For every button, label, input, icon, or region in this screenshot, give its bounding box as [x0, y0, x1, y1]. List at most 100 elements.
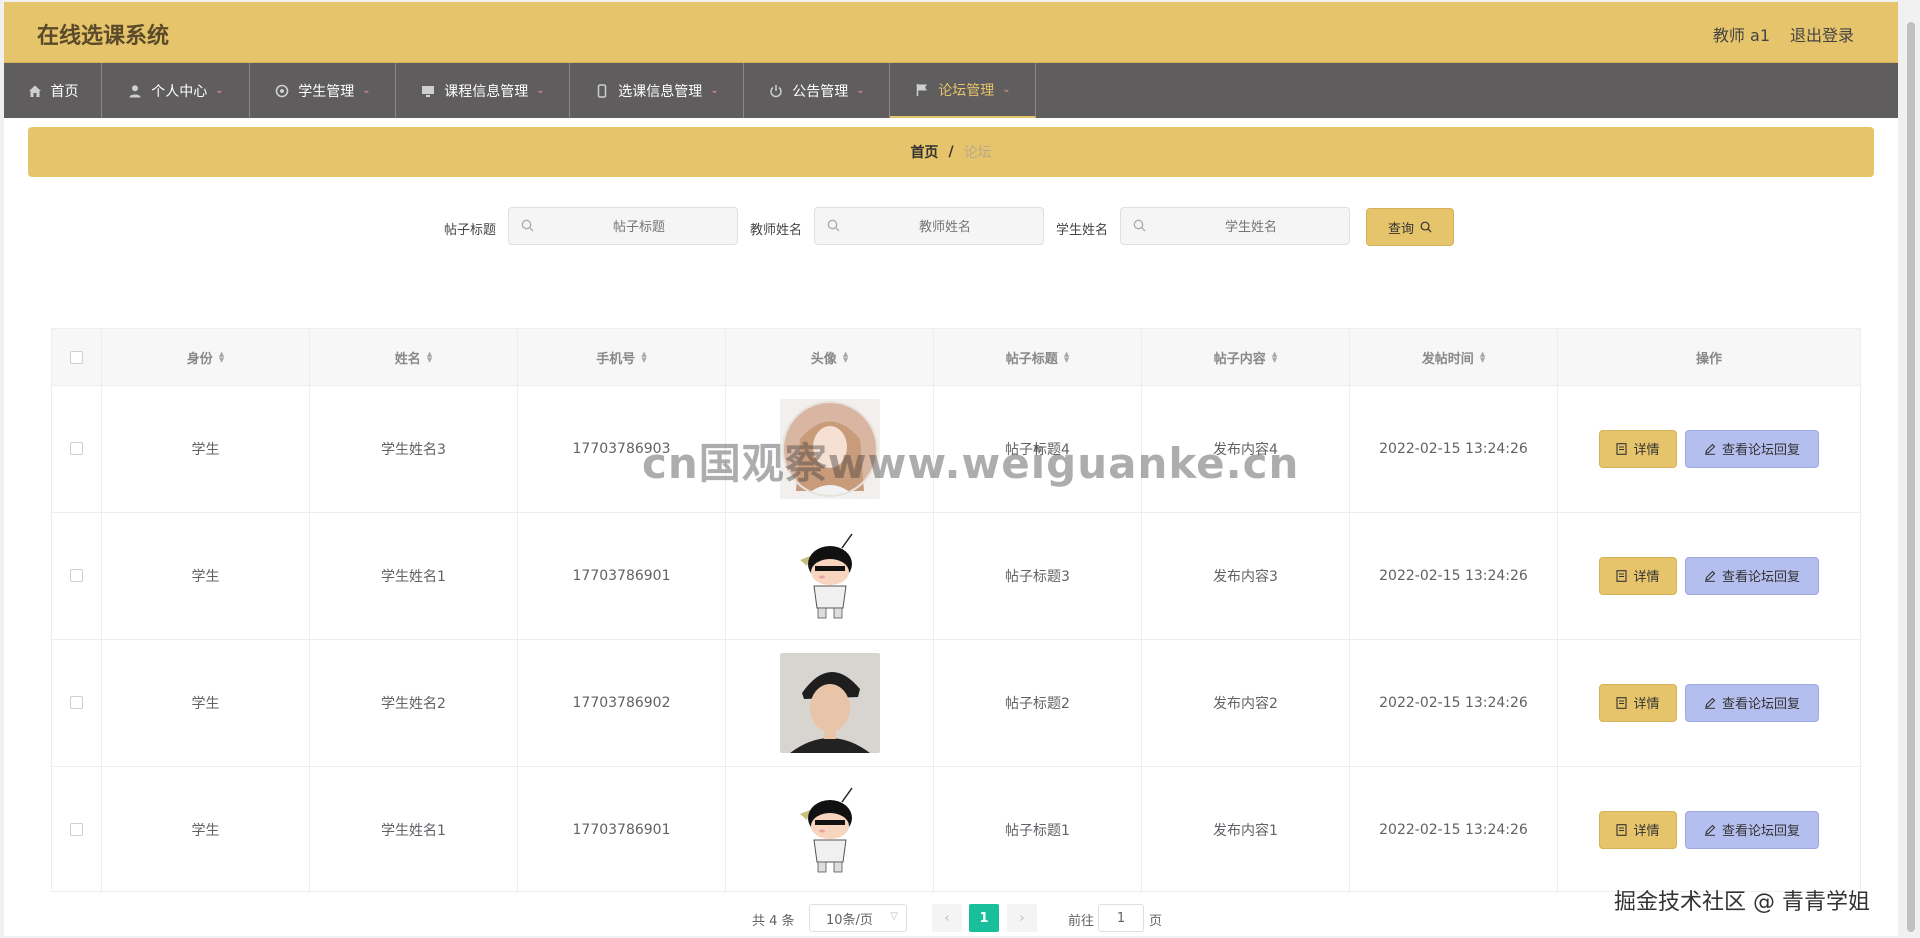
nav-item-home[interactable]: 首页 [4, 63, 102, 118]
page-size-select[interactable]: 10条/页 ▽ [809, 904, 907, 932]
nav-item-selections[interactable]: 选课信息管理 ⌄ [570, 63, 744, 118]
sort-icon[interactable]: ▲ ▼ [641, 351, 646, 364]
sort-icon[interactable]: ▲ ▼ [843, 351, 848, 364]
column-header-label: 发帖时间 [1421, 351, 1474, 367]
column-header[interactable]: 头像 ▲ ▼ [726, 329, 934, 385]
search-icon [1133, 219, 1146, 236]
nav-item-courses[interactable]: 课程信息管理 ⌄ [396, 63, 570, 118]
page-size-value: 10条/页 [826, 912, 873, 928]
row-checkbox[interactable] [70, 696, 83, 709]
sort-icon[interactable]: ▲ ▼ [1272, 351, 1277, 364]
nav-item-announcements[interactable]: 公告管理 ⌄ [744, 63, 890, 118]
column-header-label: 手机号 [596, 351, 636, 367]
detail-button-label: 详情 [1633, 443, 1660, 458]
chevron-down-icon: ▽ [890, 911, 898, 922]
detail-button[interactable]: 详情 [1599, 683, 1677, 722]
sort-icon[interactable]: ▲ ▼ [427, 351, 432, 364]
actions-cell: 详情 查看论坛回复 [1558, 512, 1860, 639]
edit-icon [1704, 570, 1716, 582]
nav-item-personal[interactable]: 个人中心 ⌄ [102, 63, 250, 118]
sort-icon[interactable]: ▲ ▼ [1064, 351, 1069, 364]
chevron-down-icon: ⌄ [1002, 84, 1011, 95]
goto-label: 前往 [1068, 914, 1095, 929]
logout-link[interactable]: 退出登录 [1790, 22, 1854, 46]
column-header-actions: 操作 [1558, 329, 1860, 385]
chevron-down-icon: ⌄ [536, 85, 545, 96]
detail-button[interactable]: 详情 [1599, 556, 1677, 595]
table-row: 学生 学生姓名1 17703786901 帖子标题1 发布内容1 2022-02… [52, 766, 1860, 893]
goto-page-input[interactable] [1098, 904, 1144, 932]
page-number-button[interactable]: 1 [969, 904, 999, 932]
teacher-name-input[interactable] [845, 208, 1045, 246]
power-icon [768, 83, 784, 99]
nav-label: 选课信息管理 [618, 83, 703, 100]
nav-item-students[interactable]: 学生管理 ⌄ [250, 63, 396, 118]
view-replies-button[interactable]: 查看论坛回复 [1685, 810, 1819, 849]
edit-icon [1704, 697, 1716, 709]
row-checkbox[interactable] [70, 823, 83, 836]
column-header[interactable]: 发帖时间 ▲ ▼ [1350, 329, 1558, 385]
column-header-label: 身份 [186, 351, 213, 367]
row-checkbox[interactable] [70, 442, 83, 455]
column-header-label: 头像 [810, 351, 837, 367]
chevron-down-icon: ⌄ [856, 85, 865, 96]
row-select-cell [52, 639, 102, 766]
post-time-cell: 2022-02-15 13:24:26 [1350, 639, 1558, 766]
chevron-right-icon: › [1019, 910, 1025, 926]
sort-icon[interactable]: ▲ ▼ [219, 351, 224, 364]
view-replies-label: 查看论坛回复 [1721, 824, 1800, 839]
teacher-name-search [814, 207, 1045, 246]
search-icon [827, 219, 840, 236]
detail-button-label: 详情 [1633, 570, 1660, 585]
column-header[interactable]: 姓名 ▲ ▼ [310, 329, 518, 385]
prev-page-button[interactable]: ‹ [932, 904, 962, 932]
table-row: 学生 学生姓名2 17703786902 帖子标题2 发布内容2 2022-02… [52, 639, 1860, 767]
search-icon [1420, 221, 1432, 233]
post-title-cell: 帖子标题1 [934, 766, 1142, 893]
flag-icon [914, 82, 930, 98]
phone-cell: 17703786901 [518, 512, 726, 639]
query-button[interactable]: 查询 [1366, 208, 1454, 246]
row-checkbox[interactable] [70, 569, 83, 582]
column-header[interactable]: 手机号 ▲ ▼ [518, 329, 726, 385]
name-cell: 学生姓名1 [310, 766, 518, 893]
sort-icon[interactable]: ▲ ▼ [1480, 351, 1485, 364]
avatar-cell [726, 639, 934, 766]
select-all-checkbox[interactable] [70, 350, 83, 364]
view-replies-button[interactable]: 查看论坛回复 [1685, 556, 1819, 595]
home-icon [27, 83, 43, 99]
actions-cell: 详情 查看论坛回复 [1558, 639, 1860, 766]
post-content-cell: 发布内容3 [1142, 512, 1350, 639]
column-header[interactable]: 帖子标题 ▲ ▼ [934, 329, 1142, 385]
view-replies-button[interactable]: 查看论坛回复 [1685, 683, 1819, 722]
scrollbar-thumb[interactable] [1907, 22, 1915, 932]
view-replies-label: 查看论坛回复 [1721, 570, 1800, 585]
column-header-label: 帖子标题 [1005, 351, 1058, 367]
avatar [779, 652, 880, 753]
column-header[interactable]: 帖子内容 ▲ ▼ [1142, 329, 1350, 385]
row-select-cell [52, 766, 102, 893]
row-select-cell [52, 512, 102, 639]
current-user: 教师 a1 [1712, 26, 1770, 45]
nav-label: 论坛管理 [938, 82, 995, 99]
post-time-cell: 2022-02-15 13:24:26 [1350, 766, 1558, 893]
student-name-search [1120, 207, 1351, 246]
post-title-input[interactable] [539, 208, 739, 246]
detail-button-label: 详情 [1633, 824, 1660, 839]
column-header-label: 操作 [1695, 351, 1722, 367]
post-title-cell: 帖子标题2 [934, 639, 1142, 766]
avatar-cell [726, 512, 934, 639]
breadcrumb-home[interactable]: 首页 [910, 142, 938, 162]
nav-label: 公告管理 [792, 83, 849, 100]
document-icon [1616, 823, 1628, 836]
name-cell: 学生姓名3 [310, 385, 518, 512]
view-replies-button[interactable]: 查看论坛回复 [1685, 429, 1819, 468]
column-header[interactable]: 身份 ▲ ▼ [102, 329, 310, 385]
next-page-button[interactable]: › [1007, 904, 1037, 932]
nav-item-forum[interactable]: 论坛管理 ⌄ [890, 63, 1036, 118]
student-name-input[interactable] [1151, 208, 1351, 246]
detail-button[interactable]: 详情 [1599, 810, 1677, 849]
identity-cell: 学生 [102, 385, 310, 512]
name-cell: 学生姓名2 [310, 639, 518, 766]
detail-button[interactable]: 详情 [1599, 429, 1677, 468]
